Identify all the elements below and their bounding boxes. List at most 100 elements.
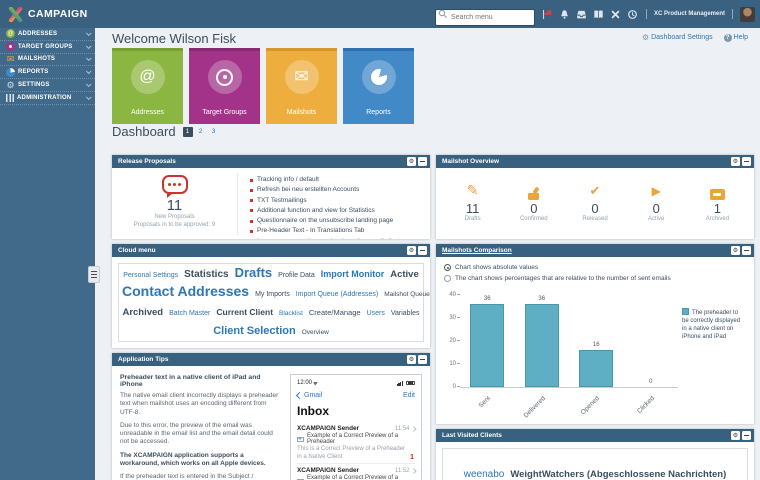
tip-paragraph-bold: The XCAMPAIGN application supports a wor… bbox=[120, 452, 281, 469]
inbox-tray-icon[interactable] bbox=[576, 8, 588, 20]
sidebar-item-mailshots[interactable]: MAILSHOTS bbox=[0, 54, 95, 67]
sidebar-item-label: SETTINGS bbox=[18, 82, 50, 88]
cloud-tag[interactable]: Import Monitor bbox=[321, 269, 385, 279]
option-label: The chart shows percentages that are rel… bbox=[455, 275, 671, 282]
top-header: CAMPAIGN XC Product Management bbox=[0, 0, 760, 28]
panel-collapse-button[interactable] bbox=[418, 246, 427, 255]
right-panel-column: Mailshot Overview 11Drafts0Confirmed0Rel… bbox=[436, 155, 754, 480]
panel-settings-button[interactable] bbox=[731, 157, 740, 166]
stat-value: 0 bbox=[564, 202, 625, 216]
email-sender: XCAMPAIGN Sender bbox=[297, 425, 359, 432]
cloud-tag[interactable]: Statistics bbox=[184, 269, 228, 280]
dashboard-settings-link[interactable]: Dashboard Settings bbox=[642, 33, 713, 42]
y-tick bbox=[457, 340, 460, 341]
avatar[interactable] bbox=[740, 7, 755, 22]
y-tick-label: 40 bbox=[444, 292, 456, 298]
help-label: Help bbox=[734, 34, 748, 41]
xcampaign-dashboard: CAMPAIGN XC Product Management ADDRESSES… bbox=[0, 0, 760, 480]
panel-collapse-button[interactable] bbox=[418, 355, 427, 364]
shortcut-tiles: AddressesTarget Groups Mailshots Reports bbox=[112, 48, 414, 124]
language-flag-icon[interactable] bbox=[542, 8, 554, 20]
search-input[interactable] bbox=[435, 9, 535, 26]
bar-value-label: 16 bbox=[579, 342, 613, 348]
cloud-tag[interactable]: Current Client bbox=[216, 307, 273, 317]
sidebar-item-administration[interactable]: ADMINISTRATION bbox=[0, 92, 95, 105]
sidebar-item-addresses[interactable]: ADDRESSES bbox=[0, 28, 95, 41]
speech-bubble-icon bbox=[162, 175, 188, 194]
cloud-tag[interactable]: Profile Data bbox=[278, 272, 315, 279]
client-tag[interactable]: weenabo bbox=[464, 469, 505, 480]
panel-settings-button[interactable] bbox=[407, 246, 416, 255]
panel-collapse-button[interactable] bbox=[742, 157, 751, 166]
sidebar-toggle-button[interactable] bbox=[88, 266, 100, 283]
panel-settings-button[interactable] bbox=[731, 431, 740, 440]
thumb-up-icon bbox=[527, 187, 541, 200]
brand-logo[interactable]: CAMPAIGN bbox=[0, 7, 95, 22]
archive-icon bbox=[710, 189, 725, 200]
legend-swatch-icon bbox=[682, 308, 689, 315]
cloud-tag[interactable]: Variables bbox=[391, 310, 420, 317]
tile-reports[interactable]: Reports bbox=[343, 48, 414, 124]
history-icon[interactable] bbox=[627, 8, 639, 20]
stat-value: 11 bbox=[442, 202, 503, 216]
panel-collapse-button[interactable] bbox=[742, 431, 751, 440]
dashboard-page-2[interactable]: 2 bbox=[196, 127, 206, 137]
cloud-tag[interactable]: My Imports bbox=[255, 291, 290, 298]
client-tags: weenabo WeightWatchers (Abgeschlossene Na… bbox=[442, 448, 748, 480]
sidebar-item-settings[interactable]: SETTINGS bbox=[0, 79, 95, 92]
radio-icon[interactable] bbox=[444, 264, 451, 271]
dashboard-page-3[interactable]: 3 bbox=[209, 127, 219, 137]
panel-collapse-button[interactable] bbox=[742, 246, 751, 255]
panel-collapse-button[interactable] bbox=[418, 157, 427, 166]
panel-settings-button[interactable] bbox=[731, 246, 740, 255]
panel-settings-button[interactable] bbox=[407, 355, 416, 364]
tile-mailshots[interactable]: Mailshots bbox=[266, 48, 337, 124]
panel-mailshots-comparison: Mailshots Comparison Chart shows absolut… bbox=[436, 244, 754, 424]
cloud-tag[interactable]: Create/Manage bbox=[309, 308, 361, 317]
email-subject: Example of a Correct Preview of a Prehea… bbox=[307, 433, 415, 445]
cloud-tag[interactable]: Archived bbox=[122, 307, 163, 318]
tip-paragraph: Due to this error, the preview of the em… bbox=[120, 422, 281, 447]
email-item: XCAMPAIGN Sender11:52Example of a Correc… bbox=[297, 463, 415, 480]
tile-target-groups[interactable]: Target Groups bbox=[189, 48, 260, 124]
chevron-down-icon bbox=[86, 56, 92, 62]
account-name[interactable]: XC Product Management bbox=[654, 11, 725, 17]
phone-time: 12:00 bbox=[297, 380, 312, 386]
cloud-line: Personal Settings Statistics Drafts Profile… bbox=[119, 265, 423, 283]
dashboard-pager: 123 bbox=[183, 127, 219, 137]
panel-settings-button[interactable] bbox=[407, 157, 416, 166]
sidebar-item-target-groups[interactable]: TARGET GROUPS bbox=[0, 41, 95, 54]
panel-title-link[interactable]: Mailshots Comparison bbox=[442, 247, 512, 254]
chart-mode-option-1[interactable]: Chart shows absolute values bbox=[444, 264, 746, 271]
bar-value-label: 36 bbox=[525, 296, 559, 302]
client-tag[interactable]: WeightWatchers (Abgeschlossene Nachricht… bbox=[510, 469, 726, 480]
bell-icon[interactable] bbox=[559, 8, 571, 20]
cloud-tag[interactable]: Active bbox=[390, 269, 419, 280]
mailshots-icon bbox=[285, 60, 319, 94]
email-list: XCAMPAIGN Sender11:54Example of a Correc… bbox=[297, 422, 415, 480]
tile-addresses[interactable]: Addresses bbox=[112, 48, 183, 124]
cloud-tag[interactable]: Drafts bbox=[235, 265, 273, 280]
cloud-tag[interactable]: Blacklist bbox=[279, 310, 303, 317]
cloud-tag[interactable]: Batch Master bbox=[169, 310, 210, 317]
x-logo-icon bbox=[7, 7, 24, 22]
cloud-tag[interactable]: Mailshot Queue bbox=[384, 291, 430, 298]
legend-label: The preheader to be correctly displayed … bbox=[682, 310, 740, 340]
chart-mode-option-2[interactable]: The chart shows percentages that are rel… bbox=[444, 275, 746, 282]
tools-icon[interactable] bbox=[610, 8, 622, 20]
cloud-tag[interactable]: Users bbox=[367, 310, 385, 317]
dashboard-page-1[interactable]: 1 bbox=[183, 127, 193, 137]
sidebar-item-reports[interactable]: REPORTS bbox=[0, 66, 95, 79]
address-book-icon[interactable] bbox=[593, 8, 605, 20]
help-link[interactable]: ? Help bbox=[724, 33, 748, 42]
cloud-tag[interactable]: Overview bbox=[302, 329, 329, 336]
cloud-tag[interactable]: Import Queue (Addresses) bbox=[296, 291, 378, 298]
tile-label: Mailshots bbox=[287, 109, 317, 116]
panel-application-tips: Application Tips Preheader text in a nat… bbox=[112, 353, 430, 480]
x-tick-label: Sent bbox=[456, 395, 492, 431]
cloud-tag[interactable]: Client Selection bbox=[213, 325, 296, 337]
cloud-tag[interactable]: Contact Addresses bbox=[122, 283, 249, 299]
proposal-item: Questionnaire on the unsubscribe landing… bbox=[250, 216, 404, 226]
radio-icon[interactable] bbox=[444, 275, 451, 282]
cloud-tag[interactable]: Personal Settings bbox=[123, 272, 178, 279]
